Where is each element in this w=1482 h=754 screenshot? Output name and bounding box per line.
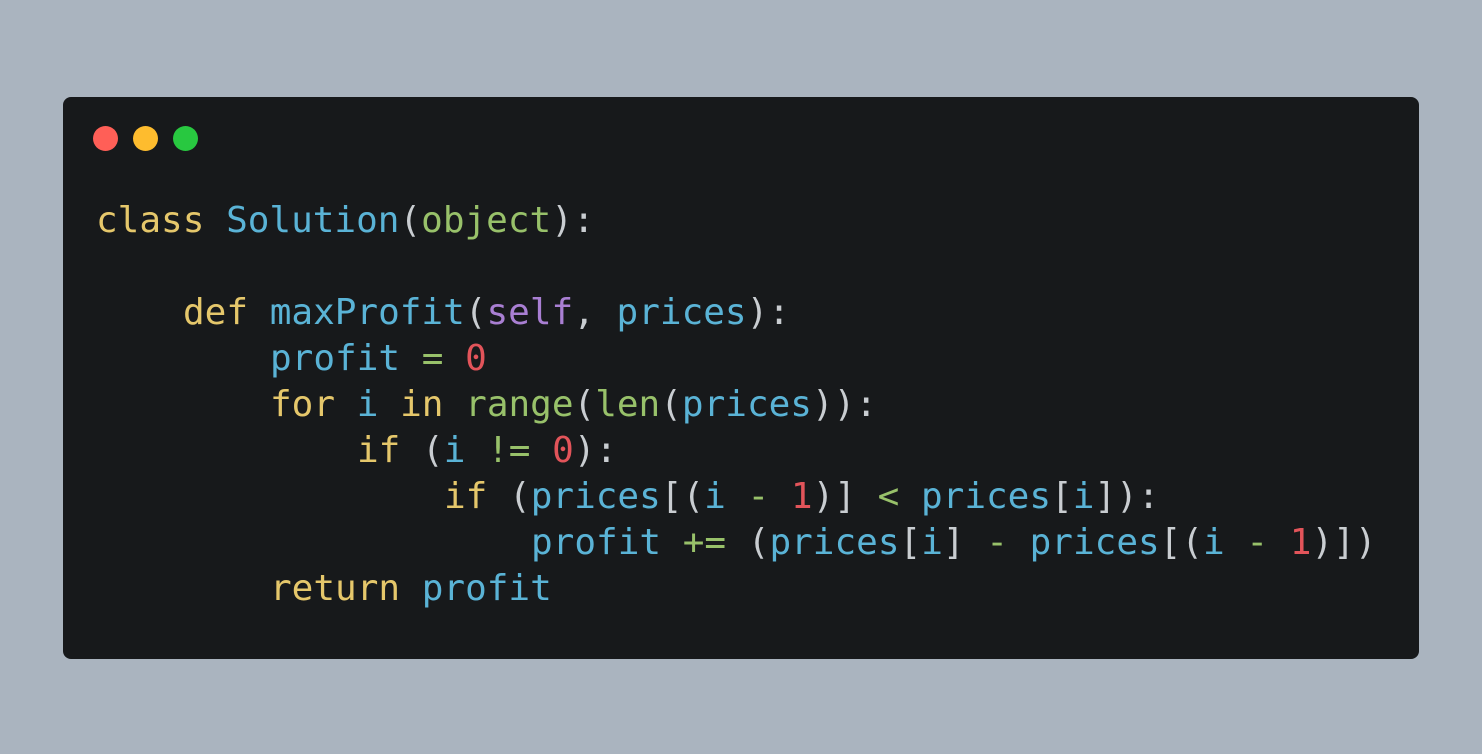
code-block: class Solution(object): def maxProfit(sel… (96, 198, 1377, 612)
code-token: < (877, 476, 900, 517)
code-token: ( (400, 430, 444, 471)
code-line: if (i != 0): (96, 428, 1377, 474)
code-token: ): (551, 200, 595, 241)
code-token: i (356, 384, 379, 425)
code-token: Solution (226, 200, 400, 241)
code-token: in (400, 384, 444, 425)
code-token: 0 (552, 430, 574, 471)
code-line: if (prices[(i - 1)] < prices[i]): (96, 474, 1377, 520)
code-window: class Solution(object): def maxProfit(sel… (63, 97, 1419, 659)
code-token: ( (573, 384, 596, 425)
code-token: ): (746, 292, 790, 333)
close-dot-icon[interactable] (93, 126, 118, 151)
code-token: [( (660, 476, 705, 517)
window-controls (93, 126, 198, 151)
code-token: prices (530, 476, 661, 517)
code-token: prices (769, 522, 900, 563)
code-line: def maxProfit(self, prices): (96, 290, 1377, 336)
code-token: profit (270, 338, 401, 379)
code-line: class Solution(object): (96, 198, 1377, 244)
code-token: , (573, 292, 617, 333)
code-token: 1 (1289, 522, 1312, 563)
code-token: len (595, 384, 661, 425)
code-token: ): (573, 430, 618, 471)
code-token: maxProfit (269, 292, 465, 333)
code-token: )): (811, 384, 877, 425)
code-token: ]): (1094, 476, 1160, 517)
code-token: def (183, 292, 249, 333)
code-line: for i in range(len(prices)): (96, 382, 1377, 428)
code-token: i (704, 476, 726, 517)
code-token: - (986, 522, 1008, 563)
code-token: )] (812, 476, 856, 517)
code-token: i (1203, 522, 1225, 563)
code-token: ( (487, 476, 531, 517)
code-token: ( (660, 384, 682, 425)
code-token: if (444, 476, 488, 517)
code-token: prices (681, 384, 812, 425)
code-token: class (96, 200, 205, 241)
code-token: - (1246, 522, 1269, 563)
code-token: profit (531, 522, 662, 563)
code-token: += (682, 522, 727, 563)
code-line: profit = 0 (96, 336, 1377, 382)
code-token: i (1072, 476, 1095, 517)
code-token: [ (899, 522, 922, 563)
code-token: profit (421, 568, 552, 609)
code-token: - (747, 476, 770, 517)
code-token: for (270, 384, 336, 425)
code-token: 0 (465, 338, 487, 379)
code-token: object (421, 200, 552, 241)
code-token: )]) (1311, 522, 1377, 563)
code-token: 1 (790, 476, 813, 517)
code-token: i (921, 522, 943, 563)
code-line: return profit (96, 566, 1377, 612)
code-token: range (465, 384, 574, 425)
code-token: [( (1159, 522, 1204, 563)
minimize-dot-icon[interactable] (133, 126, 158, 151)
code-token: ( (464, 292, 487, 333)
code-token: self (486, 292, 574, 333)
code-token: prices (920, 476, 1052, 517)
code-token: != (487, 430, 531, 471)
code-token: prices (616, 292, 747, 333)
code-token: i (443, 430, 466, 471)
maximize-dot-icon[interactable] (173, 126, 198, 151)
code-token: ( (726, 522, 770, 563)
code-token: [ (1051, 476, 1073, 517)
code-token: ( (399, 200, 422, 241)
code-token: prices (1029, 522, 1160, 563)
code-token: return (270, 568, 401, 609)
code-token: = (421, 338, 444, 379)
code-line: profit += (prices[i] - prices[(i - 1)]) (96, 520, 1377, 566)
code-token: ] (942, 522, 965, 563)
code-token: if (357, 430, 401, 471)
